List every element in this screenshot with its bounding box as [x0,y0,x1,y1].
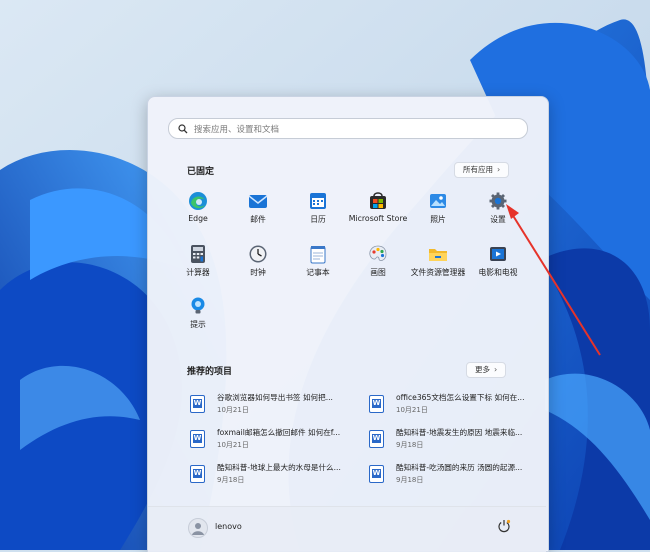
annotation-arrow [506,204,601,356]
